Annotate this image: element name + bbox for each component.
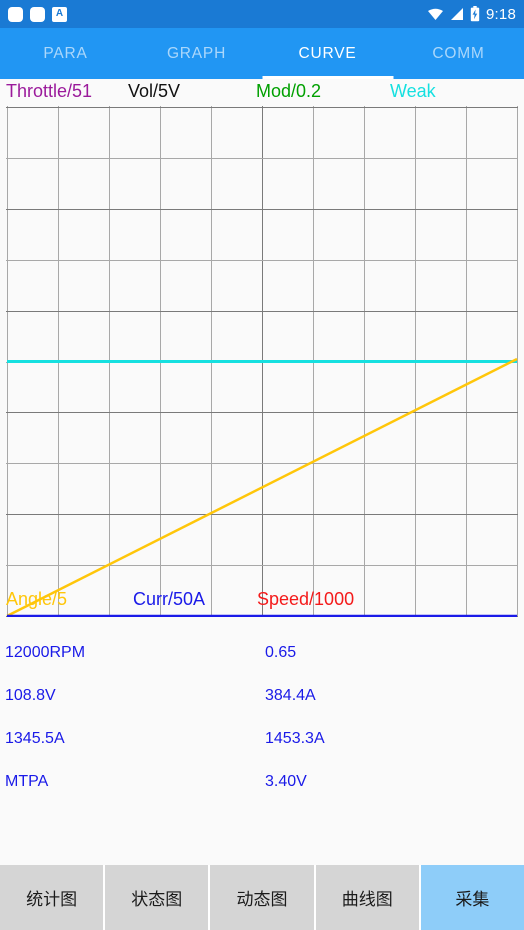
tab-graph[interactable]: GRAPH	[131, 28, 262, 79]
tab-bar: PARA GRAPH CURVE COMM	[0, 28, 524, 79]
status-bar-left-icons: A	[8, 6, 67, 22]
readout-panel: 12000RPM 0.65 108.8V 384.4A 1345.5A 1453…	[0, 619, 524, 794]
chart-svg	[6, 106, 518, 617]
readout-throttle-value: 3.40V	[265, 772, 307, 790]
legend-item-vol: Vol/5V	[128, 81, 181, 101]
readout-iq-value: 1345.5A	[5, 729, 65, 747]
readout-row: 108.8V 384.4A	[0, 674, 524, 717]
curve-chart-panel: Throttle/51 Vol/5V Mod/0.2 Weak Angle/5 …	[0, 79, 524, 619]
app-square-icon	[8, 6, 23, 22]
status-bar: A 9:18	[0, 0, 524, 28]
status-bar-clock: 9:18	[486, 5, 516, 23]
tab-curve[interactable]: CURVE	[262, 28, 393, 79]
signal-icon	[451, 8, 463, 20]
chart-legend-bottom: Angle/5 Curr/50A Speed/1000	[0, 589, 524, 613]
readout-mod-value: 0.65	[265, 643, 297, 661]
legend-item-throttle: Throttle/51	[6, 81, 93, 101]
button-status-chart[interactable]: 状态图	[105, 865, 209, 930]
readout-speed-value: 12000RPM	[5, 643, 86, 661]
readout-current-value: 384.4A	[265, 686, 316, 704]
status-bar-right-icons: 9:18	[427, 6, 516, 23]
readout-row: 12000RPM 0.65	[0, 631, 524, 674]
legend-item-curr: Curr/50A	[133, 589, 206, 609]
tab-comm[interactable]: COMM	[393, 28, 524, 79]
legend-item-mod: Mod/0.2	[256, 81, 322, 101]
readout-id-value: 1453.3A	[265, 729, 325, 747]
readout-row: 1345.5A 1453.3A	[0, 717, 524, 760]
app-square-icon	[30, 6, 45, 22]
tab-para[interactable]: PARA	[0, 28, 131, 79]
chart-legend-top: Throttle/51 Vol/5V Mod/0.2 Weak	[0, 81, 524, 105]
keyboard-a-icon: A	[52, 6, 67, 22]
readout-row: MTPA 3.40V	[0, 760, 524, 803]
wifi-icon	[428, 8, 443, 20]
legend-item-angle: Angle/5	[6, 589, 68, 609]
readout-voltage-value: 108.8V	[5, 686, 56, 704]
button-curve-chart[interactable]: 曲线图	[315, 865, 419, 930]
readout-mode-value: MTPA	[5, 772, 49, 790]
legend-item-weak: Weak	[390, 81, 436, 101]
button-dynamic-chart[interactable]: 动态图	[210, 865, 314, 930]
bottom-button-bar: 统计图 状态图 动态图 曲线图 采集	[0, 865, 524, 930]
battery-charging-icon	[470, 6, 480, 22]
chart-plot-area[interactable]	[6, 106, 518, 617]
legend-item-speed: Speed/1000	[257, 589, 355, 609]
button-acquire[interactable]: 采集	[420, 865, 524, 930]
button-statistics-chart[interactable]: 统计图	[0, 865, 104, 930]
